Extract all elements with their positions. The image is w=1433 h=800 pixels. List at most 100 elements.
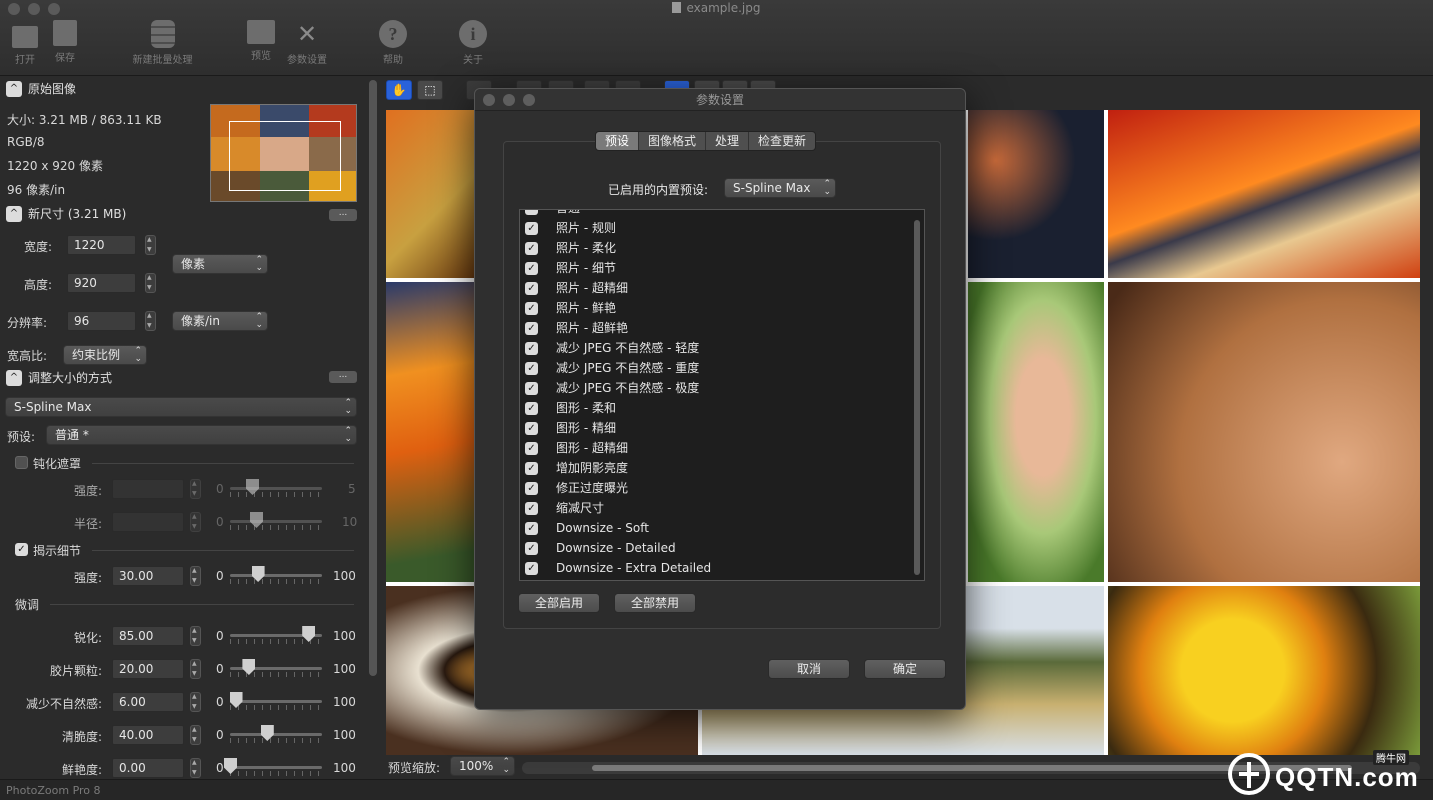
- open-button[interactable]: 打开: [10, 20, 40, 66]
- tab-processing[interactable]: 处理: [706, 132, 750, 150]
- preset-list-item[interactable]: ✓ 照片 - 柔化: [520, 238, 910, 258]
- preset-enabled-checkbox[interactable]: ✓: [525, 442, 538, 455]
- preview-button[interactable]: 预览: [244, 20, 278, 62]
- preview-zoom-select[interactable]: 100% ⌃ ⌄: [450, 756, 515, 776]
- height-stepper[interactable]: [145, 273, 156, 293]
- preset-list-item[interactable]: ✓ 增加阴影亮度: [520, 458, 910, 478]
- preset-enabled-checkbox[interactable]: ✓: [525, 542, 538, 555]
- preset-enabled-checkbox[interactable]: ✓: [525, 382, 538, 395]
- preset-enabled-checkbox[interactable]: ✓: [525, 302, 538, 315]
- fine-tune-stepper[interactable]: [190, 758, 201, 778]
- resize-method-section[interactable]: ^ 调整大小的方式: [6, 369, 112, 386]
- resize-method-select[interactable]: S-Spline Max ⌃ ⌄: [5, 397, 357, 417]
- fine-tune-field[interactable]: 40.00: [112, 725, 184, 745]
- about-button[interactable]: i 关于: [456, 20, 490, 66]
- reveal-strength-field[interactable]: 30.00: [112, 566, 184, 586]
- collapse-icon[interactable]: ^: [6, 205, 22, 222]
- original-image-section[interactable]: ^ 原始图像: [6, 80, 76, 97]
- fine-tune-field[interactable]: 20.00: [112, 659, 184, 679]
- fine-tune-stepper[interactable]: [190, 725, 201, 745]
- preset-list-item[interactable]: ✓ Downsize - Detailed: [520, 538, 910, 558]
- preset-list-item[interactable]: ✓ 修正过度曝光: [520, 478, 910, 498]
- fine-tune-slider[interactable]: [230, 766, 322, 769]
- preset-select[interactable]: 普通 * ⌃ ⌄: [46, 425, 357, 445]
- resolution-stepper[interactable]: [145, 311, 156, 331]
- fine-tune-stepper[interactable]: [190, 692, 201, 712]
- preset-enabled-checkbox[interactable]: ✓: [525, 562, 538, 575]
- collapse-icon[interactable]: ^: [6, 369, 22, 386]
- enable-all-button[interactable]: 全部启用: [518, 593, 600, 613]
- preset-enabled-checkbox[interactable]: ✓: [525, 322, 538, 335]
- builtin-preset-select[interactable]: S-Spline Max ⌃ ⌄: [724, 178, 836, 198]
- preset-enabled-checkbox[interactable]: ✓: [525, 242, 538, 255]
- fine-tune-field[interactable]: 0.00: [112, 758, 184, 778]
- preset-list-item[interactable]: ✓ Downsize - Soft: [520, 518, 910, 538]
- reveal-strength-stepper[interactable]: [190, 566, 201, 586]
- viewport-rectangle[interactable]: [229, 121, 341, 191]
- resolution-field[interactable]: 96: [67, 311, 136, 331]
- preset-enabled-checkbox[interactable]: ✓: [525, 222, 538, 235]
- collapse-icon[interactable]: ^: [6, 80, 22, 97]
- preset-enabled-checkbox[interactable]: ✓: [525, 342, 538, 355]
- disable-all-button[interactable]: 全部禁用: [614, 593, 696, 613]
- preset-enabled-checkbox[interactable]: ✓: [525, 522, 538, 535]
- preset-enabled-checkbox[interactable]: ✓: [525, 262, 538, 275]
- preset-enabled-checkbox[interactable]: ✓: [525, 462, 538, 475]
- aspect-select[interactable]: 约束比例 ⌃ ⌄: [63, 345, 147, 365]
- preset-list-item[interactable]: ✓ 普通: [520, 210, 910, 218]
- reveal-detail-checkbox[interactable]: ✓: [15, 543, 28, 556]
- preset-enabled-checkbox[interactable]: ✓: [525, 422, 538, 435]
- new-size-section[interactable]: ^ 新尺寸 (3.21 MB): [6, 205, 126, 222]
- preset-list[interactable]: ✓ 普通 ✓ 照片 - 规则 ✓ 照片 - 柔化 ✓ 照片 - 细节 ✓ 照片 …: [519, 209, 925, 581]
- tab-check-updates[interactable]: 检查更新: [749, 132, 816, 150]
- preset-list-item[interactable]: ✓ 照片 - 超鲜艳: [520, 318, 910, 338]
- preset-list-scrollbar[interactable]: [914, 220, 920, 575]
- help-button[interactable]: ? 帮助: [376, 20, 410, 66]
- reveal-strength-slider[interactable]: [230, 574, 322, 577]
- preset-list-item[interactable]: ✓ 图形 - 柔和: [520, 398, 910, 418]
- new-batch-button[interactable]: 新建批量处理: [125, 20, 200, 66]
- width-stepper[interactable]: [145, 235, 156, 255]
- ok-button[interactable]: 确定: [864, 659, 946, 679]
- unsharp-mask-checkbox[interactable]: [15, 456, 28, 469]
- preset-enabled-checkbox[interactable]: ✓: [525, 210, 538, 215]
- preset-list-item[interactable]: ✓ 图形 - 超精细: [520, 438, 910, 458]
- dialog-close-button[interactable]: [483, 94, 495, 106]
- panel-scrollbar[interactable]: [369, 80, 377, 676]
- tab-presets[interactable]: 预设: [596, 132, 640, 150]
- preset-enabled-checkbox[interactable]: ✓: [525, 362, 538, 375]
- dialog-minimize-button[interactable]: [503, 94, 515, 106]
- hand-tool-button[interactable]: ✋: [386, 80, 412, 100]
- cancel-button[interactable]: 取消: [768, 659, 850, 679]
- resize-options-button[interactable]: ...: [329, 371, 357, 383]
- preset-enabled-checkbox[interactable]: ✓: [525, 502, 538, 515]
- preset-enabled-checkbox[interactable]: ✓: [525, 282, 538, 295]
- tab-image-format[interactable]: 图像格式: [639, 132, 707, 150]
- preferences-button[interactable]: ✕ 参数设置: [283, 20, 331, 66]
- preset-enabled-checkbox[interactable]: ✓: [525, 482, 538, 495]
- preset-list-item[interactable]: ✓ 照片 - 超精细: [520, 278, 910, 298]
- resolution-unit-select[interactable]: 像素/in ⌃ ⌄: [172, 311, 268, 331]
- navigator-thumbnail[interactable]: [210, 104, 357, 202]
- new-size-options-button[interactable]: ...: [329, 209, 357, 221]
- select-tool-button[interactable]: ⬚: [417, 80, 443, 100]
- preset-list-item[interactable]: ✓ 图形 - 精细: [520, 418, 910, 438]
- fine-tune-field[interactable]: 6.00: [112, 692, 184, 712]
- save-button[interactable]: 保存: [50, 20, 80, 64]
- preset-list-item[interactable]: ✓ 照片 - 鲜艳: [520, 298, 910, 318]
- preset-enabled-checkbox[interactable]: ✓: [525, 402, 538, 415]
- fine-tune-slider[interactable]: [230, 700, 322, 703]
- preset-list-item[interactable]: ✓ 减少 JPEG 不自然感 - 重度: [520, 358, 910, 378]
- preset-list-item[interactable]: ✓ Downsize - Extra Detailed: [520, 558, 910, 578]
- dialog-zoom-button[interactable]: [523, 94, 535, 106]
- width-field[interactable]: 1220: [67, 235, 136, 255]
- size-unit-select[interactable]: 像素 ⌃ ⌄: [172, 254, 268, 274]
- height-field[interactable]: 920: [67, 273, 136, 293]
- fine-tune-stepper[interactable]: [190, 626, 201, 646]
- fine-tune-field[interactable]: 85.00: [112, 626, 184, 646]
- preset-list-item[interactable]: ✓ 减少 JPEG 不自然感 - 极度: [520, 378, 910, 398]
- fine-tune-slider[interactable]: [230, 733, 322, 736]
- preset-list-item[interactable]: ✓ 缩减尺寸: [520, 498, 910, 518]
- fine-tune-stepper[interactable]: [190, 659, 201, 679]
- preset-list-item[interactable]: ✓ 照片 - 细节: [520, 258, 910, 278]
